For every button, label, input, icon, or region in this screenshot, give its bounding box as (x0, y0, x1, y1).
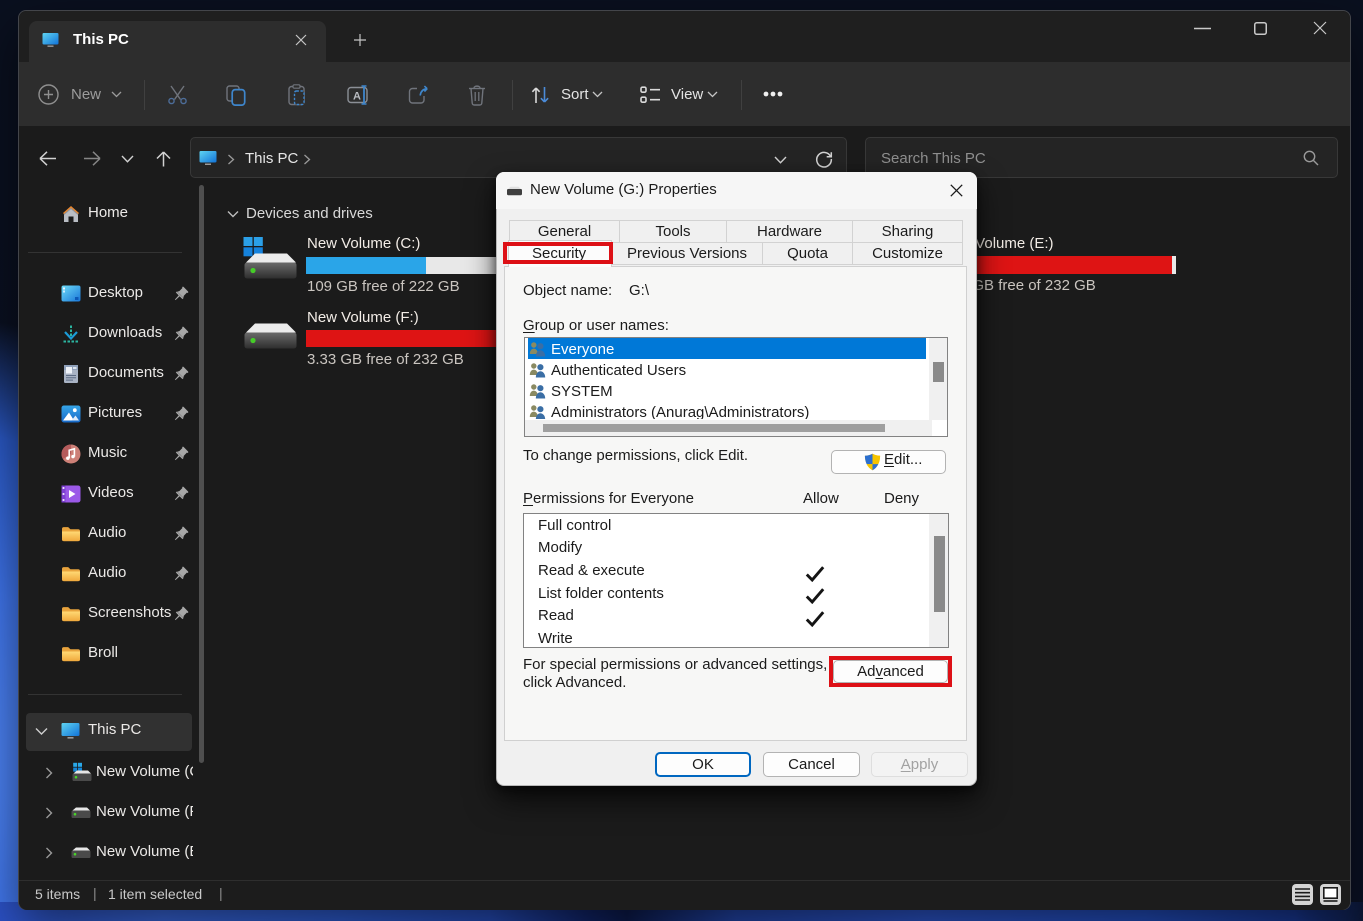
svg-text:A: A (353, 91, 361, 103)
